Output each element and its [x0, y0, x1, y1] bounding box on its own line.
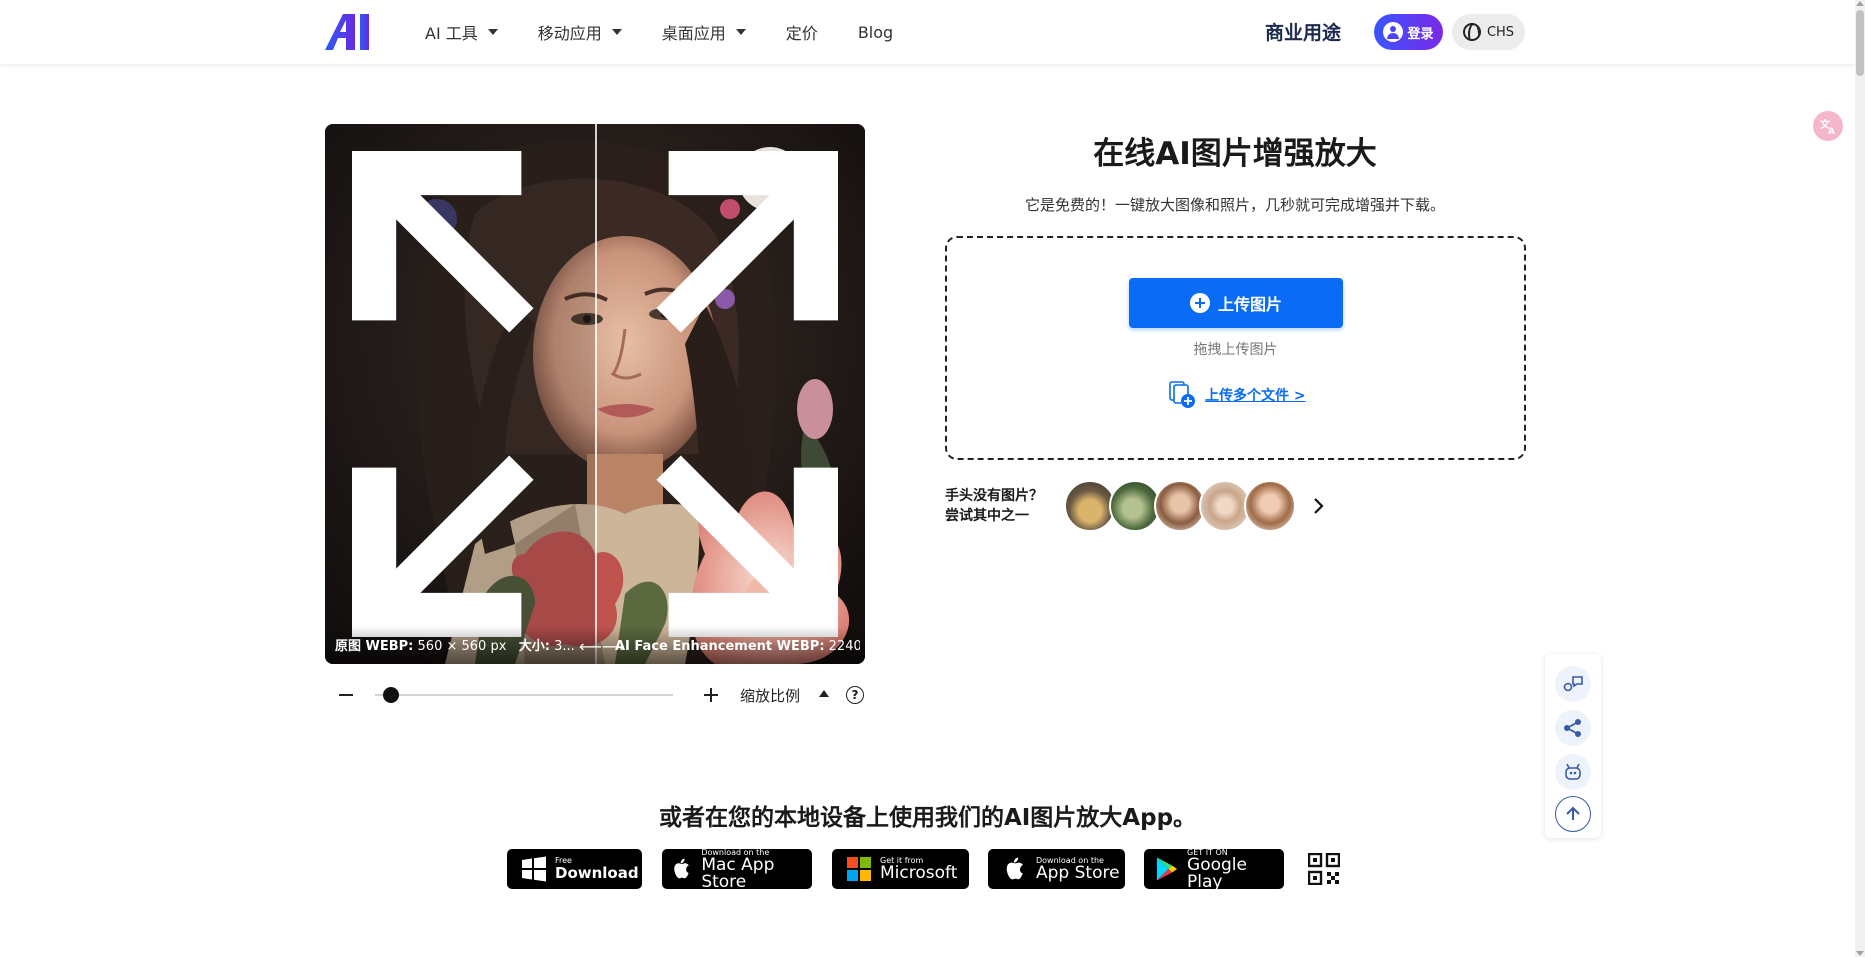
- image-compare-viewer[interactable]: 原图 WEBP: 560 × 560 px 大小: 3... ⟵⟶ AI Fac…: [325, 124, 865, 664]
- page-title: 在线AI图片增强放大: [1093, 136, 1377, 172]
- zoom-ratio-label[interactable]: 缩放比例: [740, 685, 800, 706]
- globe-icon: [1462, 23, 1481, 41]
- upload-image-button[interactable]: 上传图片: [1129, 278, 1343, 328]
- apple-icon: [1006, 857, 1023, 880]
- translate-glyph-icon: 文 A: [1820, 118, 1835, 135]
- windows-badge-big: Download: [555, 864, 639, 882]
- login-label: 登录: [1407, 26, 1434, 42]
- login-button[interactable]: 登录: [1374, 14, 1443, 50]
- mac-badge-big: Mac App Store: [701, 854, 775, 892]
- page-subtitle: 它是免费的！一键放大图像和照片，几秒就可完成增强并下载。: [1024, 196, 1445, 214]
- help-icon[interactable]: ?: [846, 686, 864, 704]
- original-caption-size-label: 大小:: [518, 639, 550, 654]
- windows-download-badge[interactable]: Free Download: [507, 849, 642, 889]
- zoom-slider[interactable]: [375, 694, 673, 696]
- language-label: CHS: [1486, 24, 1515, 40]
- nav-blog-label: Blog: [857, 22, 894, 42]
- zoom-in-icon-vertical[interactable]: [710, 688, 712, 702]
- nav-desktop-apps[interactable]: 桌面应用: [662, 20, 746, 44]
- upload-multiple-link[interactable]: 上传多个文件 >: [1167, 380, 1306, 410]
- enhanced-caption-dims: 2240 × ...: [828, 639, 860, 654]
- user-icon: [1383, 22, 1404, 42]
- google-play-badge[interactable]: GET IT ON Google Play: [1144, 848, 1284, 892]
- microsoft-badge-big: Microsoft: [880, 863, 958, 883]
- sample-prompt-line1: 手头没有图片？: [945, 488, 1043, 504]
- microsoft-store-badge[interactable]: Get it from Microsoft: [832, 849, 969, 889]
- sample-image-portrait[interactable]: [1244, 480, 1296, 532]
- nav-mobile-apps[interactable]: 移动应用: [538, 20, 622, 44]
- appstore-badge-big: App Store: [1036, 863, 1120, 883]
- caret-up-icon[interactable]: [819, 690, 829, 697]
- caret-down-icon: [611, 29, 622, 35]
- apps-heading: 或者在您的本地设备上使用我们的AI图片放大App。: [658, 805, 1197, 831]
- plus-circle-icon: [1189, 293, 1210, 313]
- language-selector[interactable]: CHS: [1452, 14, 1525, 50]
- nav-mobile-apps-label: 移动应用: [537, 24, 602, 43]
- page-scrollbar[interactable]: [1855, 0, 1865, 957]
- fullscreen-icon[interactable]: [325, 124, 865, 664]
- googleplay-badge-big: Google Play: [1187, 854, 1247, 892]
- scroll-up-arrow-icon[interactable]: [1856, 1, 1864, 6]
- original-caption-size: 3...: [550, 639, 575, 654]
- svg-text:A: A: [1828, 127, 1835, 135]
- nav-pricing-label: 定价: [785, 24, 818, 43]
- business-use-link[interactable]: 商业用途: [1265, 18, 1341, 45]
- original-caption-title: 原图 WEBP:: [335, 639, 414, 654]
- apple-icon: [674, 858, 689, 879]
- microsoft-icon: [847, 857, 871, 881]
- ai-logo[interactable]: [325, 14, 381, 50]
- top-header: AI 工具 移动应用 桌面应用 定价 Blog 商业用途 登录 CHS: [0, 0, 1855, 64]
- image-caption-bar: 原图 WEBP: 560 × 560 px 大小: 3... ⟵⟶ AI Fac…: [325, 626, 865, 664]
- scroll-thumb[interactable]: [1856, 10, 1864, 76]
- upload-button-label: 上传图片: [1217, 295, 1282, 314]
- google-play-icon: [1156, 857, 1178, 881]
- robot-icon: [1565, 763, 1581, 780]
- translate-icon[interactable]: 文 A: [1813, 111, 1843, 141]
- chevron-right-icon[interactable]: [1312, 496, 1326, 516]
- drag-hint: 拖拽上传图片: [1193, 342, 1278, 358]
- nav-pricing[interactable]: 定价: [786, 20, 818, 44]
- nav-ai-tools-label: AI 工具: [425, 24, 478, 43]
- mac-app-store-badge[interactable]: Download on the Mac App Store: [662, 848, 812, 892]
- zoom-out-icon[interactable]: [339, 694, 353, 696]
- sample-prompt: 手头没有图片？ 尝试其中之一: [945, 486, 1043, 526]
- nav-blog[interactable]: Blog: [858, 23, 893, 42]
- nav-ai-tools[interactable]: AI 工具: [425, 20, 498, 44]
- feedback-button[interactable]: [1555, 666, 1591, 702]
- zoom-slider-handle[interactable]: [383, 687, 400, 703]
- upload-dropzone[interactable]: 上传图片 拖拽上传图片 上传多个文件 >: [945, 236, 1526, 460]
- enhanced-caption-title: AI Face Enhancement WEBP:: [615, 639, 825, 654]
- chat-feedback-icon: [1563, 676, 1583, 692]
- scroll-down-arrow-icon[interactable]: [1856, 951, 1864, 956]
- sample-prompt-line2: 尝试其中之一: [945, 508, 1029, 524]
- share-icon: [1564, 719, 1581, 737]
- main-nav: AI 工具 移动应用 桌面应用 定价 Blog: [425, 0, 933, 64]
- windows-icon: [522, 856, 546, 882]
- upload-multiple-label: 上传多个文件 >: [1205, 388, 1306, 404]
- nav-desktop-apps-label: 桌面应用: [661, 24, 726, 43]
- app-store-badge[interactable]: Download on the App Store: [988, 849, 1125, 889]
- multi-files-icon: [1169, 381, 1195, 408]
- zoom-controls: 缩放比例 ?: [325, 680, 865, 710]
- enhanced-caption: AI Face Enhancement WEBP: 2240 × ...: [615, 639, 860, 654]
- original-caption-dims: 560 × 560 px: [413, 639, 507, 654]
- original-caption: 原图 WEBP: 560 × 560 px 大小: 3...: [335, 635, 580, 654]
- caret-down-icon: [735, 29, 746, 35]
- caret-down-icon: [487, 29, 498, 35]
- ai-assistant-button[interactable]: [1555, 754, 1591, 790]
- share-button[interactable]: [1555, 710, 1591, 746]
- qr-code-icon[interactable]: [1308, 853, 1340, 885]
